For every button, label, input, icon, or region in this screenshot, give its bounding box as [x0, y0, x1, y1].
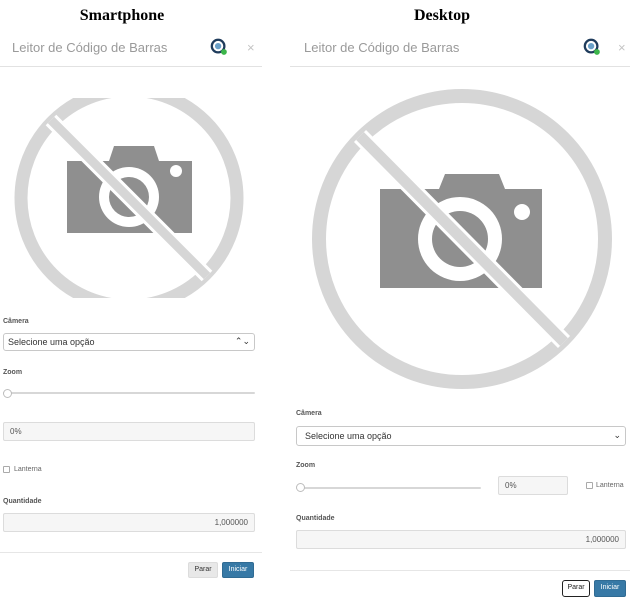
desktop-dialog: Leitor de Código de Barras × Câmera Sele… [290, 30, 630, 600]
dialog-header: Leitor de Código de Barras × [0, 30, 262, 67]
barcode-scanner-icon[interactable] [583, 38, 601, 56]
chevron-down-icon: ⌄ [613, 430, 621, 440]
footer-divider [290, 570, 630, 571]
desktop-heading: Desktop [413, 7, 470, 24]
no-camera-icon [14, 98, 244, 298]
camera-select-value: Selecione uma opção [305, 431, 392, 441]
zoom-slider[interactable] [3, 392, 255, 394]
zoom-slider-handle[interactable] [296, 483, 305, 492]
dialog-header: Leitor de Código de Barras × [290, 30, 630, 67]
zoom-label: Zoom [3, 369, 23, 376]
flashlight-checkbox[interactable] [3, 466, 10, 473]
barcode-scanner-icon[interactable] [210, 38, 228, 56]
smartphone-heading: Smartphone [79, 7, 165, 24]
dialog-title: Leitor de Código de Barras [304, 40, 460, 55]
close-icon[interactable]: × [247, 40, 255, 55]
smartphone-dialog: Leitor de Código de Barras × Câmera Sele… [0, 30, 262, 585]
camera-label: Câmera [3, 318, 29, 325]
footer-divider [0, 552, 262, 553]
camera-label: Câmera [296, 410, 322, 417]
select-updown-icon: ⌃⌄ [234, 336, 250, 346]
start-button[interactable]: Iniciar [222, 562, 254, 578]
flashlight-label: Lanterna [14, 466, 42, 473]
zoom-slider-handle[interactable] [3, 389, 12, 398]
start-button[interactable]: Iniciar [594, 580, 626, 597]
flashlight-checkbox[interactable] [586, 482, 593, 489]
camera-select[interactable]: Selecione uma opção ⌄ [296, 426, 626, 446]
quantity-label: Quantidade [296, 515, 335, 522]
zoom-value-field: 0% [3, 422, 255, 441]
camera-select-value: Selecione uma opção [8, 337, 95, 347]
dialog-title: Leitor de Código de Barras [12, 40, 168, 55]
close-icon[interactable]: × [618, 40, 626, 55]
no-camera-icon [312, 89, 612, 389]
zoom-value-field: 0% [498, 476, 568, 495]
stop-button[interactable]: Parar [562, 580, 590, 597]
zoom-slider[interactable] [296, 487, 481, 489]
stop-button[interactable]: Parar [188, 562, 218, 578]
flashlight-label: Lanterna [596, 482, 624, 489]
zoom-label: Zoom [296, 462, 316, 469]
quantity-field: 1,000000 [3, 513, 255, 532]
quantity-field: 1,000000 [296, 530, 626, 549]
quantity-label: Quantidade [3, 498, 42, 505]
camera-select[interactable]: Selecione uma opção ⌃⌄ [3, 333, 255, 351]
